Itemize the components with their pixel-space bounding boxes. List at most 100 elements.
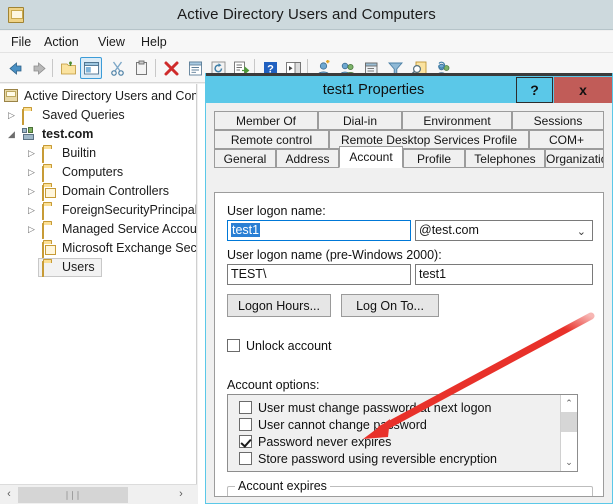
checkbox-icon xyxy=(227,339,240,352)
forward-icon xyxy=(33,61,46,75)
folder-icon xyxy=(42,222,57,239)
tab-com-plus[interactable]: COM+ xyxy=(529,130,604,149)
account-expires-label: Account expires xyxy=(235,479,330,493)
expander-icon[interactable]: ▷ xyxy=(26,167,37,178)
expander-icon[interactable]: ▷ xyxy=(26,148,37,159)
option-label: Store password using reversible encrypti… xyxy=(258,452,498,466)
back-button[interactable] xyxy=(4,57,26,79)
expander-icon[interactable]: ▷ xyxy=(6,110,17,121)
menu-file[interactable]: File xyxy=(6,34,36,51)
account-options-label: Account options: xyxy=(227,378,320,392)
checkbox-icon xyxy=(239,418,252,431)
tab-profile[interactable]: Profile xyxy=(403,149,465,168)
unlock-account-label: Unlock account xyxy=(246,339,332,353)
scroll-left-icon[interactable]: ‹ xyxy=(0,485,18,504)
tab-environment[interactable]: Environment xyxy=(402,111,512,130)
paste-button[interactable] xyxy=(130,57,152,79)
option-password-never-expires[interactable]: Password never expires xyxy=(239,435,391,449)
expander-icon[interactable]: ▷ xyxy=(26,186,37,197)
checkbox-checked-icon xyxy=(239,435,252,448)
scrollbar-thumb[interactable] xyxy=(561,412,577,432)
tab-member-of[interactable]: Member Of xyxy=(214,111,318,130)
upn-suffix-combobox[interactable]: @test.com ⌄ xyxy=(415,220,593,241)
checkbox-icon xyxy=(239,401,252,414)
scroll-up-icon[interactable]: ⌃ xyxy=(561,395,577,412)
pre-windows-2000-domain-value: TEST\ xyxy=(231,267,267,281)
menu-view[interactable]: View xyxy=(93,34,130,51)
folder-icon xyxy=(42,165,57,182)
user-logon-name-input[interactable]: test1 xyxy=(227,220,411,241)
show-hide-console-tree-icon xyxy=(83,61,99,74)
option-user-cannot-change-password[interactable]: User cannot change password xyxy=(239,418,427,432)
tree-horizontal-scrollbar[interactable]: ‹ ∣∣∣ › xyxy=(0,484,197,504)
option-label: Password never expires xyxy=(258,435,392,449)
account-options-vertical-scrollbar[interactable]: ⌃ ⌄ xyxy=(560,395,577,471)
unlock-account-checkbox[interactable]: Unlock account xyxy=(227,339,331,353)
menu-bar: File Action View Help xyxy=(0,31,613,53)
tab-general[interactable]: General xyxy=(214,149,276,168)
option-label: User must change password at next logon xyxy=(258,401,492,415)
option-label: User cannot change password xyxy=(258,418,427,432)
account-options-listbox[interactable]: User must change password at next logon … xyxy=(227,394,578,472)
scroll-down-icon[interactable]: ⌄ xyxy=(561,454,577,471)
window-title: Active Directory Users and Computers xyxy=(177,6,436,23)
option-store-password-using-reversible-encryption[interactable]: Store password using reversible encrypti… xyxy=(239,452,497,466)
menu-help[interactable]: Help xyxy=(136,34,172,51)
test1-properties-dialog: test1 Properties ? x Member Of Dial-in E… xyxy=(205,73,613,504)
properties-icon xyxy=(188,61,202,75)
account-expires-groupbox: Account expires Never xyxy=(227,479,593,496)
tree-node-label: Domain Controllers xyxy=(62,184,169,198)
collapse-icon[interactable]: ◢ xyxy=(6,129,17,140)
folder-icon xyxy=(22,108,37,125)
pre-windows-2000-name-input[interactable]: test1 xyxy=(415,264,593,285)
toolbar-separator-2 xyxy=(155,59,156,77)
tab-telephones[interactable]: Telephones xyxy=(465,149,545,168)
tree-node-label: Users xyxy=(62,260,95,274)
show-hide-console-tree-button[interactable] xyxy=(80,57,102,79)
user-logon-name-value: test1 xyxy=(231,223,261,237)
expander-icon[interactable]: ▷ xyxy=(26,205,37,216)
tab-account[interactable]: Account xyxy=(339,146,403,168)
paste-icon xyxy=(135,60,147,75)
log-on-to-button[interactable]: Log On To... xyxy=(341,294,439,317)
tree-node-label: Builtin xyxy=(62,146,97,160)
forward-button[interactable] xyxy=(28,57,50,79)
window-titlebar: Active Directory Users and Computers xyxy=(0,0,613,30)
upn-suffix-value: @test.com xyxy=(419,223,479,237)
tab-remote-control[interactable]: Remote control xyxy=(214,130,329,149)
scrollbar-thumb[interactable]: ∣∣∣ xyxy=(18,487,128,503)
properties-button[interactable] xyxy=(184,57,206,79)
tree-node-label: Saved Queries xyxy=(42,108,125,122)
dialog-help-button[interactable]: ? xyxy=(516,77,553,103)
cut-button[interactable] xyxy=(106,57,128,79)
expander-icon[interactable]: ▷ xyxy=(26,224,37,235)
up-one-level-icon xyxy=(60,61,76,74)
back-icon xyxy=(8,61,21,75)
tab-organization[interactable]: Organization xyxy=(545,149,604,168)
dialog-titlebar: test1 Properties ? x xyxy=(206,73,612,103)
menu-action[interactable]: Action xyxy=(39,34,84,51)
delete-button[interactable] xyxy=(160,57,182,79)
folder-special-icon xyxy=(42,184,57,201)
tree-node-label: Active Directory Users and Com xyxy=(24,89,197,103)
tab-address[interactable]: Address xyxy=(276,149,339,168)
up-one-level-button[interactable] xyxy=(57,57,79,79)
user-logon-name-label: User logon name: xyxy=(227,204,326,218)
console-root-icon xyxy=(4,89,19,103)
tab-dial-in[interactable]: Dial-in xyxy=(318,111,402,130)
dialog-title: test1 Properties xyxy=(322,82,425,98)
folder-special-icon xyxy=(42,241,57,258)
tab-sessions[interactable]: Sessions xyxy=(512,111,604,130)
chevron-down-icon[interactable]: ⌄ xyxy=(577,225,586,240)
scroll-right-icon[interactable]: › xyxy=(172,485,190,504)
pre-windows-2000-domain-input[interactable]: TEST\ xyxy=(227,264,411,285)
dialog-body: Member Of Dial-in Environment Sessions R… xyxy=(206,103,612,501)
checkbox-icon xyxy=(239,452,252,465)
toolbar-separator-1 xyxy=(52,59,53,77)
logon-hours-button[interactable]: Logon Hours... xyxy=(227,294,331,317)
option-user-must-change-password-at-next-logon[interactable]: User must change password at next logon xyxy=(239,401,491,415)
domain-icon xyxy=(22,127,37,141)
dialog-close-button[interactable]: x xyxy=(554,77,612,103)
console-tree-pane[interactable]: Active Directory Users and Com ▷ Saved Q… xyxy=(0,84,197,484)
tree-node-label: test.com xyxy=(42,127,94,141)
